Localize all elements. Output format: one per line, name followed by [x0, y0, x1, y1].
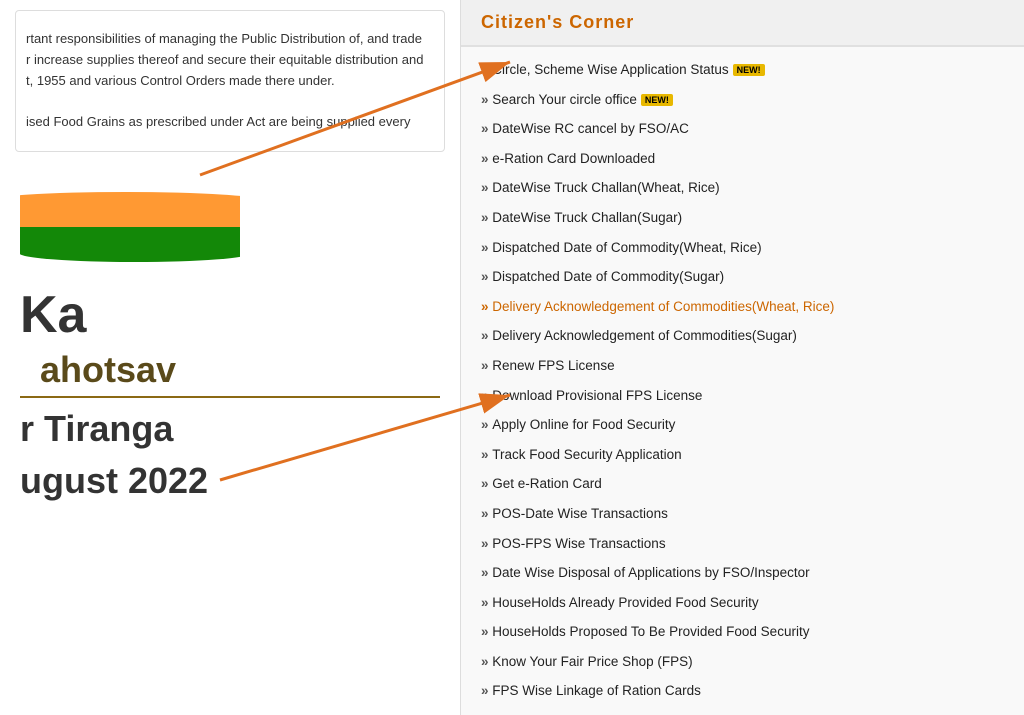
menu-item-11[interactable]: Download Provisional FPS License [461, 381, 1024, 411]
logo-area [0, 162, 460, 272]
menu-item-8[interactable]: Delivery Acknowledgement of Commodities(… [461, 292, 1024, 322]
flag-green-stripe [20, 227, 240, 262]
menu-item-label-2: DateWise RC cancel by FSO/AC [492, 121, 689, 136]
menu-item-10[interactable]: Renew FPS License [461, 351, 1024, 381]
left-panel: rtant responsibilities of managing the P… [0, 0, 460, 715]
menu-item-2[interactable]: DateWise RC cancel by FSO/AC [461, 114, 1024, 144]
menu-item-16[interactable]: POS-FPS Wise Transactions [461, 529, 1024, 559]
flag-orange-stripe [20, 192, 240, 227]
menu-item-14[interactable]: Get e-Ration Card [461, 469, 1024, 499]
menu-item-20[interactable]: Know Your Fair Price Shop (FPS) [461, 647, 1024, 677]
menu-item-17[interactable]: Date Wise Disposal of Applications by FS… [461, 558, 1024, 588]
desc-line3: t, 1955 and various Control Orders made … [26, 71, 424, 92]
heading-year: ugust 2022 [0, 455, 460, 507]
badge-new-1: NEW! [641, 94, 673, 106]
menu-item-5[interactable]: DateWise Truck Challan(Sugar) [461, 203, 1024, 233]
desc-line1: rtant responsibilities of managing the P… [26, 29, 424, 50]
badge-new-0: NEW! [733, 64, 765, 76]
menu-item-label-18: HouseHolds Already Provided Food Securit… [492, 595, 758, 610]
menu-item-label-21: FPS Wise Linkage of Ration Cards [492, 683, 701, 698]
menu-item-21[interactable]: FPS Wise Linkage of Ration Cards [461, 676, 1024, 706]
menu-item-6[interactable]: Dispatched Date of Commodity(Wheat, Rice… [461, 233, 1024, 263]
menu-item-label-3: e-Ration Card Downloaded [492, 151, 655, 166]
menu-item-label-16: POS-FPS Wise Transactions [492, 536, 665, 551]
menu-item-label-9: Delivery Acknowledgement of Commodities(… [492, 328, 797, 343]
menu-item-label-7: Dispatched Date of Commodity(Sugar) [492, 269, 724, 284]
menu-item-0[interactable]: Circle, Scheme Wise Application Status NE… [461, 55, 1024, 85]
description-text-block: rtant responsibilities of managing the P… [15, 10, 445, 152]
menu-item-label-8: Delivery Acknowledgement of Commodities(… [492, 299, 834, 314]
menu-item-label-13: Track Food Security Application [492, 447, 681, 462]
heading-ka: Ka [0, 272, 460, 349]
heading-ahotsav: ahotsav [20, 349, 440, 398]
citizens-corner-menu: Circle, Scheme Wise Application Status NE… [461, 47, 1024, 715]
menu-item-4[interactable]: DateWise Truck Challan(Wheat, Rice) [461, 173, 1024, 203]
desc-line4: ised Food Grains as prescribed under Act… [26, 112, 424, 133]
menu-item-label-1: Search Your circle office [492, 92, 637, 107]
menu-item-label-12: Apply Online for Food Security [492, 417, 675, 432]
menu-item-label-4: DateWise Truck Challan(Wheat, Rice) [492, 180, 719, 195]
menu-item-1[interactable]: Search Your circle office NEW! [461, 85, 1024, 115]
menu-item-9[interactable]: Delivery Acknowledgement of Commodities(… [461, 321, 1024, 351]
menu-item-label-20: Know Your Fair Price Shop (FPS) [492, 654, 692, 669]
menu-item-13[interactable]: Track Food Security Application [461, 440, 1024, 470]
menu-item-7[interactable]: Dispatched Date of Commodity(Sugar) [461, 262, 1024, 292]
menu-item-label-15: POS-Date Wise Transactions [492, 506, 668, 521]
menu-item-18[interactable]: HouseHolds Already Provided Food Securit… [461, 588, 1024, 618]
menu-item-label-11: Download Provisional FPS License [492, 388, 702, 403]
tiranga-flag [20, 192, 240, 262]
citizens-corner-title: Citizen's Corner [481, 12, 1004, 33]
right-panel: Citizen's Corner Circle, Scheme Wise App… [460, 0, 1024, 715]
desc-line2: r increase supplies thereof and secure t… [26, 50, 424, 71]
menu-item-3[interactable]: e-Ration Card Downloaded [461, 144, 1024, 174]
menu-item-label-0: Circle, Scheme Wise Application Status [492, 62, 728, 77]
citizens-corner-header: Citizen's Corner [461, 0, 1024, 47]
menu-item-label-19: HouseHolds Proposed To Be Provided Food … [492, 624, 809, 639]
menu-item-label-10: Renew FPS License [492, 358, 614, 373]
menu-item-label-17: Date Wise Disposal of Applications by FS… [492, 565, 809, 580]
menu-item-label-6: Dispatched Date of Commodity(Wheat, Rice… [492, 240, 761, 255]
menu-item-label-14: Get e-Ration Card [492, 476, 602, 491]
heading-tiranga: r Tiranga [0, 403, 460, 455]
menu-item-12[interactable]: Apply Online for Food Security [461, 410, 1024, 440]
menu-item-22[interactable]: Ration Lifting Status [461, 706, 1024, 715]
menu-item-15[interactable]: POS-Date Wise Transactions [461, 499, 1024, 529]
menu-item-label-5: DateWise Truck Challan(Sugar) [492, 210, 682, 225]
menu-item-19[interactable]: HouseHolds Proposed To Be Provided Food … [461, 617, 1024, 647]
